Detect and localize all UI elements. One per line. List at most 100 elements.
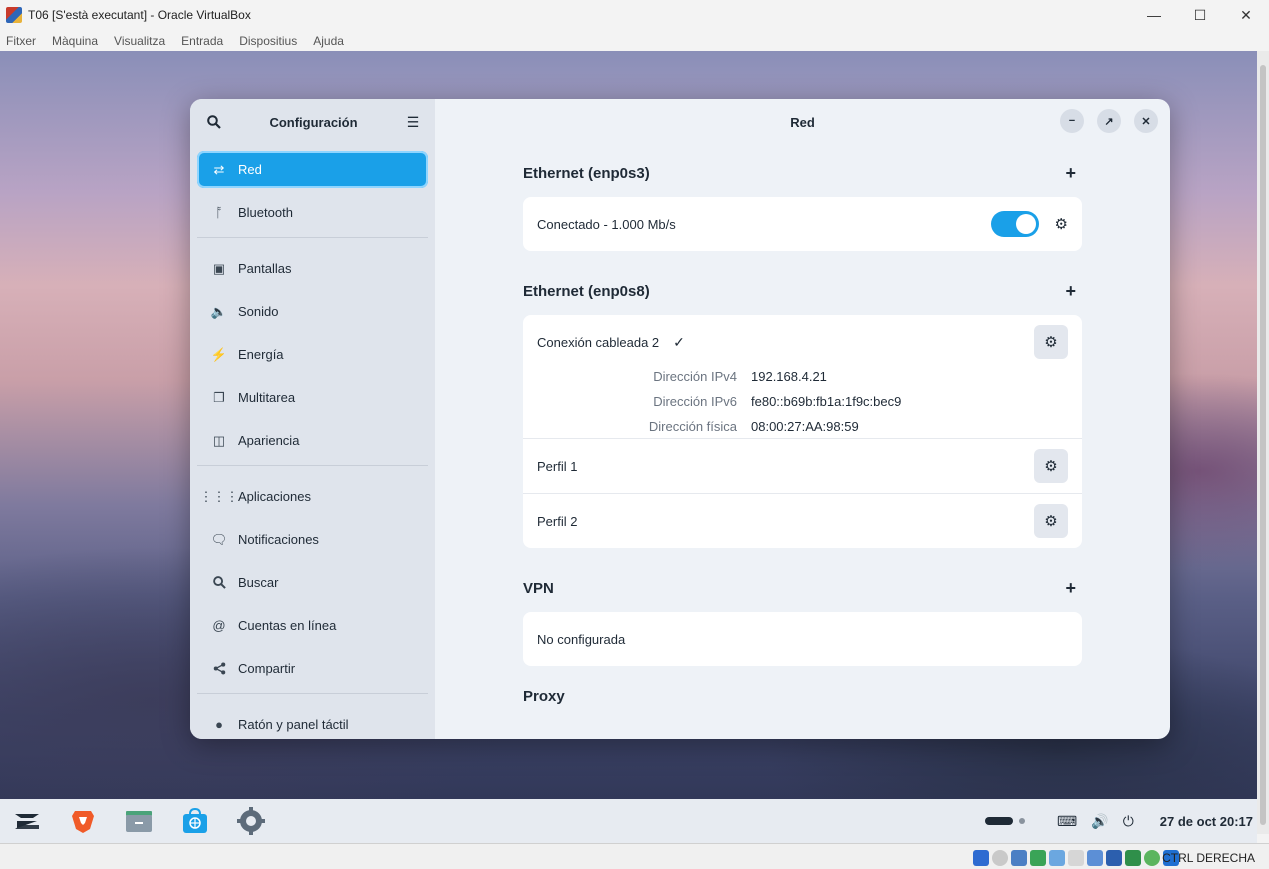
vpn-row: No configurada [523, 612, 1082, 666]
sidebar-item-label: Bluetooth [238, 205, 293, 220]
speaker-icon: 🔈 [210, 303, 228, 319]
menu-fitxer[interactable]: Fitxer [6, 34, 36, 48]
keyboard-icon[interactable]: ⌨ [1057, 813, 1077, 830]
workspace-indicator-active[interactable] [985, 817, 1014, 825]
ethernet-enp0s3-header: Ethernet (enp0s3) + [523, 161, 1082, 185]
search-icon [211, 575, 227, 591]
virtualbox-app-icon [6, 7, 22, 23]
menu-visualitza[interactable]: Visualitza [114, 34, 165, 48]
checkmark-icon: ✓ [673, 333, 685, 350]
sidebar-title: Configuración [269, 114, 358, 130]
close-button[interactable]: ✕ [1134, 109, 1158, 133]
main-header: Red − ↗ ✕ [435, 99, 1170, 145]
cpu-icon[interactable] [1125, 850, 1141, 866]
zorin-menu-icon[interactable] [12, 806, 42, 836]
sidebar-item-notificaciones[interactable]: 🗨 Notificaciones [197, 521, 428, 558]
sidebar-item-aplicaciones[interactable]: ⋮⋮⋮ Aplicaciones [197, 478, 428, 515]
profile-row: Perfil 1 ⚙ [523, 438, 1082, 493]
sidebar-item-sonido[interactable]: 🔈 Sonido [197, 293, 428, 330]
gear-icon[interactable]: ⚙ [1055, 215, 1068, 233]
sidebar-item-apariencia[interactable]: ◫ Apariencia [197, 422, 428, 459]
profile-settings-button[interactable]: ⚙ [1034, 504, 1068, 538]
settings-main-panel: Red − ↗ ✕ Ethernet (enp0s3) + Conectado … [435, 99, 1170, 739]
host-titlebar: T06 [S'està executant] - Oracle VirtualB… [0, 0, 1269, 30]
close-button[interactable]: ✕ [1223, 0, 1269, 30]
power-icon[interactable]: ⏻ [1123, 813, 1134, 830]
menu-maquina[interactable]: Màquina [52, 34, 98, 48]
profile-row: Perfil 2 ⚙ [523, 493, 1082, 548]
sidebar-item-label: Apariencia [238, 433, 300, 448]
host-menubar: Fitxer Màquina Visualitza Entrada Dispos… [0, 30, 1269, 51]
detail-key: Dirección física [648, 419, 737, 434]
section-title: Ethernet (enp0s3) [523, 164, 650, 182]
host-key-label: CTRL DERECHA [1162, 851, 1255, 865]
vpn-status: No configurada [537, 631, 626, 647]
network-content: Ethernet (enp0s3) + Conectado - 1.000 Mb… [523, 161, 1082, 720]
shared-folders-icon[interactable] [1068, 850, 1084, 866]
add-connection-button[interactable]: + [1065, 281, 1076, 302]
ethernet-enp0s8-card: Conexión cableada 2 ✓ ⚙ Dirección IPv4 1… [523, 315, 1082, 548]
profile-settings-button[interactable]: ⚙ [1034, 449, 1068, 483]
sidebar-item-raton-y-panel-tactil[interactable]: ● Ratón y panel táctil [197, 706, 428, 739]
menu-entrada[interactable]: Entrada [181, 34, 223, 48]
software-store-icon[interactable] [180, 806, 210, 836]
sidebar-item-multitarea[interactable]: ❐ Multitarea [197, 379, 428, 416]
network-icon[interactable] [1030, 850, 1046, 866]
sidebar-divider [197, 465, 428, 466]
page-title: Red [790, 114, 815, 130]
usb-icon[interactable] [1049, 850, 1065, 866]
sidebar-item-label: Multitarea [238, 390, 296, 405]
scrollbar-thumb[interactable] [1260, 65, 1266, 825]
sidebar-item-label: Pantallas [238, 261, 292, 276]
proxy-header: Proxy [523, 684, 1082, 708]
settings-app-icon[interactable] [236, 806, 266, 836]
hamburger-menu-icon[interactable]: ☰ [405, 114, 421, 130]
section-title: Ethernet (enp0s8) [523, 282, 650, 300]
connection-toggle[interactable] [990, 211, 1039, 237]
profile-name: Perfil 2 [537, 513, 578, 529]
vm-scrollbar[interactable] [1257, 51, 1269, 834]
hard-disk-icon[interactable] [973, 850, 989, 866]
connection-settings-button[interactable]: ⚙ [1034, 325, 1068, 359]
sidebar-divider [197, 237, 428, 238]
connection-row: Conectado - 1.000 Mb/s ⚙ [523, 197, 1082, 251]
recording-icon[interactable] [1106, 850, 1122, 866]
display-icon[interactable] [1087, 850, 1103, 866]
power-icon: ⚡ [210, 346, 228, 362]
audio-icon[interactable] [1011, 850, 1027, 866]
detail-value: 08:00:27:AA:98:59 [751, 419, 859, 434]
brave-browser-icon[interactable] [68, 806, 98, 836]
menu-dispositius[interactable]: Dispositius [239, 34, 297, 48]
sidebar-item-energia[interactable]: ⚡ Energía [197, 336, 428, 373]
sidebar-item-label: Compartir [238, 661, 296, 676]
menu-ajuda[interactable]: Ajuda [313, 34, 344, 48]
vt-x-icon[interactable] [1144, 850, 1160, 866]
detail-key: Dirección IPv6 [653, 394, 737, 409]
minimize-button[interactable]: — [1131, 0, 1177, 30]
add-vpn-button[interactable]: + [1065, 578, 1076, 599]
ethernet-enp0s8-header: Ethernet (enp0s8) + [523, 279, 1082, 303]
volume-icon[interactable]: 🔊 [1091, 813, 1108, 830]
sidebar-item-compartir[interactable]: Compartir [197, 650, 428, 687]
sidebar-item-label: Sonido [238, 304, 279, 319]
search-icon[interactable] [206, 114, 222, 130]
appearance-icon: ◫ [212, 432, 226, 448]
detail-value: 192.168.4.21 [751, 369, 827, 384]
sidebar-item-buscar[interactable]: Buscar [197, 564, 428, 601]
at-icon: @ [212, 618, 226, 633]
maximize-button[interactable]: ↗ [1097, 109, 1121, 133]
minimize-button[interactable]: − [1060, 109, 1084, 133]
sidebar-item-pantallas[interactable]: ▣ Pantallas [197, 250, 428, 287]
add-connection-button[interactable]: + [1065, 163, 1076, 184]
sidebar-item-cuentas-en-linea[interactable]: @ Cuentas en línea [197, 607, 428, 644]
share-icon [211, 661, 227, 677]
sidebar-item-red[interactable]: ⇄ Red [197, 151, 428, 188]
optical-drive-icon[interactable] [992, 850, 1008, 866]
workspace-indicator-inactive[interactable] [1019, 818, 1026, 824]
clock[interactable]: 27 de oct 20:17 [1160, 814, 1253, 829]
files-icon[interactable] [124, 806, 154, 836]
maximize-button[interactable]: ☐ [1177, 0, 1223, 30]
network-icon: ⇄ [213, 161, 225, 177]
sidebar-item-bluetooth[interactable]: ᚩ Bluetooth [197, 194, 428, 231]
sidebar-item-label: Aplicaciones [238, 489, 311, 504]
